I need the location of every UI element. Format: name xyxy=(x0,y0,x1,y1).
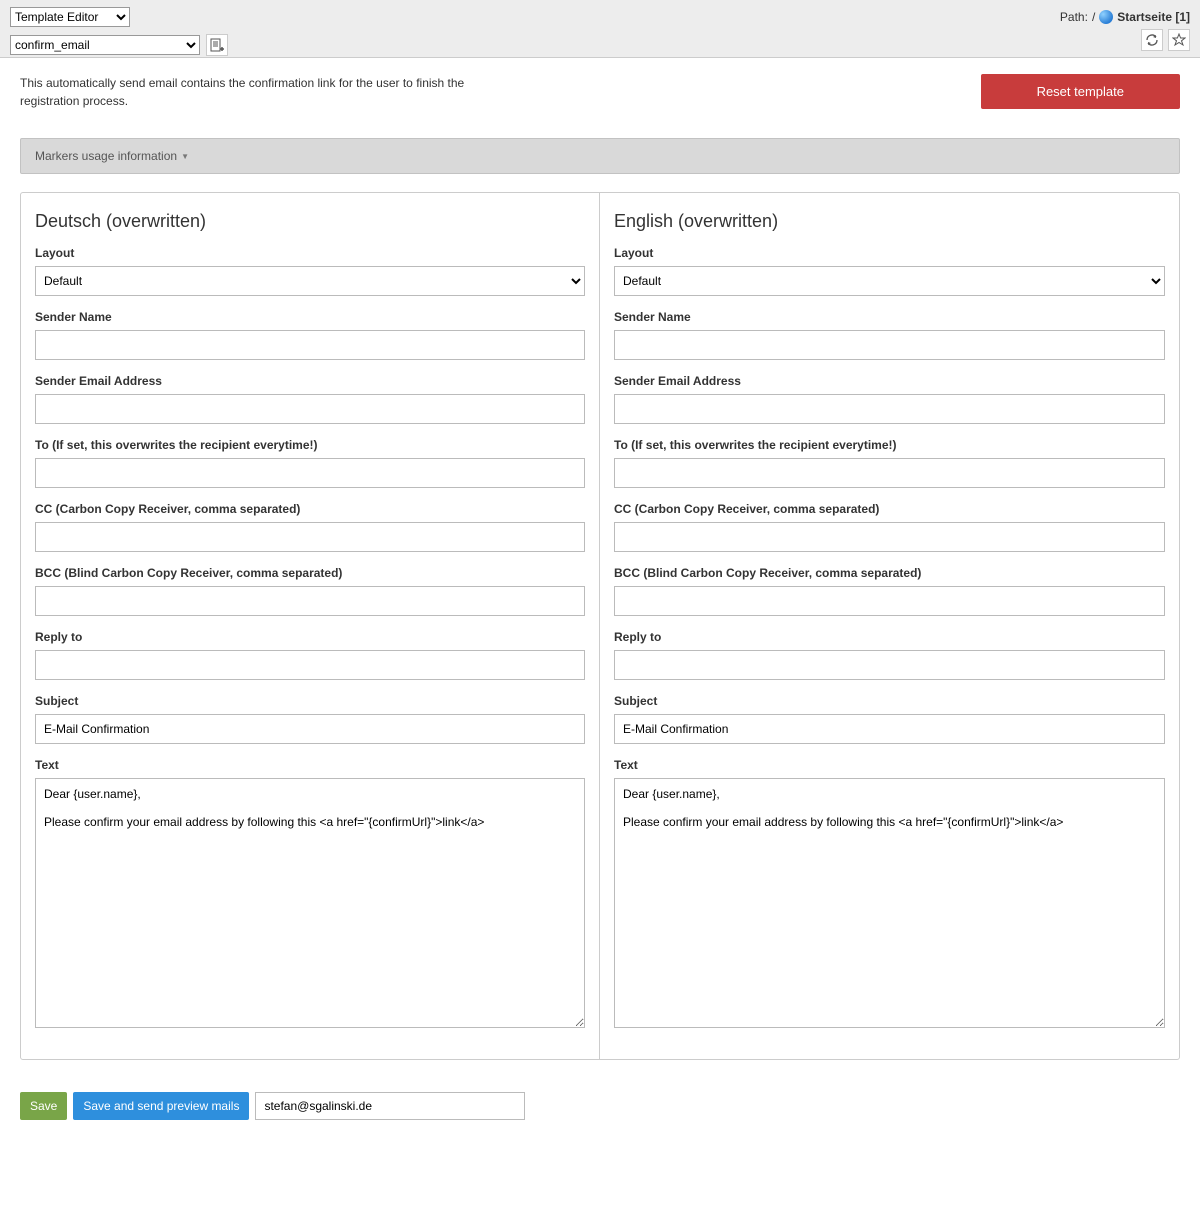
label-cc-en: CC (Carbon Copy Receiver, comma separate… xyxy=(614,502,1165,516)
save-button[interactable]: Save xyxy=(20,1092,67,1120)
to-input-de[interactable] xyxy=(35,458,585,488)
save-send-preview-button[interactable]: Save and send preview mails xyxy=(73,1092,249,1120)
template-select[interactable]: confirm_email xyxy=(10,35,200,55)
add-template-button[interactable] xyxy=(206,34,228,56)
content: This automatically send email contains t… xyxy=(0,58,1200,1076)
globe-icon xyxy=(1099,10,1113,24)
replyto-input-de[interactable] xyxy=(35,650,585,680)
section-select[interactable]: Template Editor xyxy=(10,7,130,27)
star-icon xyxy=(1172,33,1186,47)
sender-email-input-en[interactable] xyxy=(614,394,1165,424)
label-text-de: Text xyxy=(35,758,585,772)
topbar: Template Editor Path: / Startseite [1] c… xyxy=(0,0,1200,58)
label-text-en: Text xyxy=(614,758,1165,772)
bcc-input-de[interactable] xyxy=(35,586,585,616)
label-replyto-de: Reply to xyxy=(35,630,585,644)
layout-select-de[interactable]: Default xyxy=(35,266,585,296)
markers-label: Markers usage information xyxy=(35,149,177,163)
column-deutsch: Deutsch (overwritten) Layout Default Sen… xyxy=(21,193,600,1059)
bottom-bar: Save Save and send preview mails xyxy=(0,1076,1200,1136)
reset-template-button[interactable]: Reset template xyxy=(981,74,1180,109)
label-subject-de: Subject xyxy=(35,694,585,708)
column-title-de: Deutsch (overwritten) xyxy=(35,211,585,232)
intro-text: This automatically send email contains t… xyxy=(20,74,490,110)
column-title-en: English (overwritten) xyxy=(614,211,1165,232)
label-layout-en: Layout xyxy=(614,246,1165,260)
label-sender-email-de: Sender Email Address xyxy=(35,374,585,388)
markers-usage-toggle[interactable]: Markers usage information ▼ xyxy=(20,138,1180,174)
label-subject-en: Subject xyxy=(614,694,1165,708)
label-to-de: To (If set, this overwrites the recipien… xyxy=(35,438,585,452)
breadcrumb: Path: / Startseite [1] xyxy=(1060,10,1190,24)
sender-name-input-en[interactable] xyxy=(614,330,1165,360)
bookmark-button[interactable] xyxy=(1168,29,1190,51)
path-label: Path: xyxy=(1060,10,1088,24)
label-sender-name-de: Sender Name xyxy=(35,310,585,324)
label-layout-de: Layout xyxy=(35,246,585,260)
language-columns: Deutsch (overwritten) Layout Default Sen… xyxy=(20,192,1180,1060)
to-input-en[interactable] xyxy=(614,458,1165,488)
text-textarea-en[interactable] xyxy=(614,778,1165,1028)
breadcrumb-page[interactable]: Startseite [1] xyxy=(1117,10,1190,24)
label-sender-name-en: Sender Name xyxy=(614,310,1165,324)
topbar-row1: Template Editor Path: / Startseite [1] xyxy=(10,6,1190,28)
subject-input-de[interactable] xyxy=(35,714,585,744)
replyto-input-en[interactable] xyxy=(614,650,1165,680)
sender-name-input-de[interactable] xyxy=(35,330,585,360)
caret-down-icon: ▼ xyxy=(181,152,189,161)
preview-email-input[interactable] xyxy=(255,1092,525,1120)
label-bcc-de: BCC (Blind Carbon Copy Receiver, comma s… xyxy=(35,566,585,580)
column-english: English (overwritten) Layout Default Sen… xyxy=(600,193,1179,1059)
cc-input-en[interactable] xyxy=(614,522,1165,552)
doc-plus-icon xyxy=(210,38,224,52)
label-bcc-en: BCC (Blind Carbon Copy Receiver, comma s… xyxy=(614,566,1165,580)
topbar-right-icons xyxy=(1141,29,1190,51)
label-replyto-en: Reply to xyxy=(614,630,1165,644)
layout-select-en[interactable]: Default xyxy=(614,266,1165,296)
bcc-input-en[interactable] xyxy=(614,586,1165,616)
label-to-en: To (If set, this overwrites the recipien… xyxy=(614,438,1165,452)
topbar-row2: confirm_email xyxy=(10,34,1190,56)
text-textarea-de[interactable] xyxy=(35,778,585,1028)
refresh-icon xyxy=(1145,33,1159,47)
path-slash: / xyxy=(1092,10,1095,24)
sender-email-input-de[interactable] xyxy=(35,394,585,424)
intro-row: This automatically send email contains t… xyxy=(20,74,1180,110)
label-sender-email-en: Sender Email Address xyxy=(614,374,1165,388)
subject-input-en[interactable] xyxy=(614,714,1165,744)
cc-input-de[interactable] xyxy=(35,522,585,552)
label-cc-de: CC (Carbon Copy Receiver, comma separate… xyxy=(35,502,585,516)
refresh-button[interactable] xyxy=(1141,29,1163,51)
